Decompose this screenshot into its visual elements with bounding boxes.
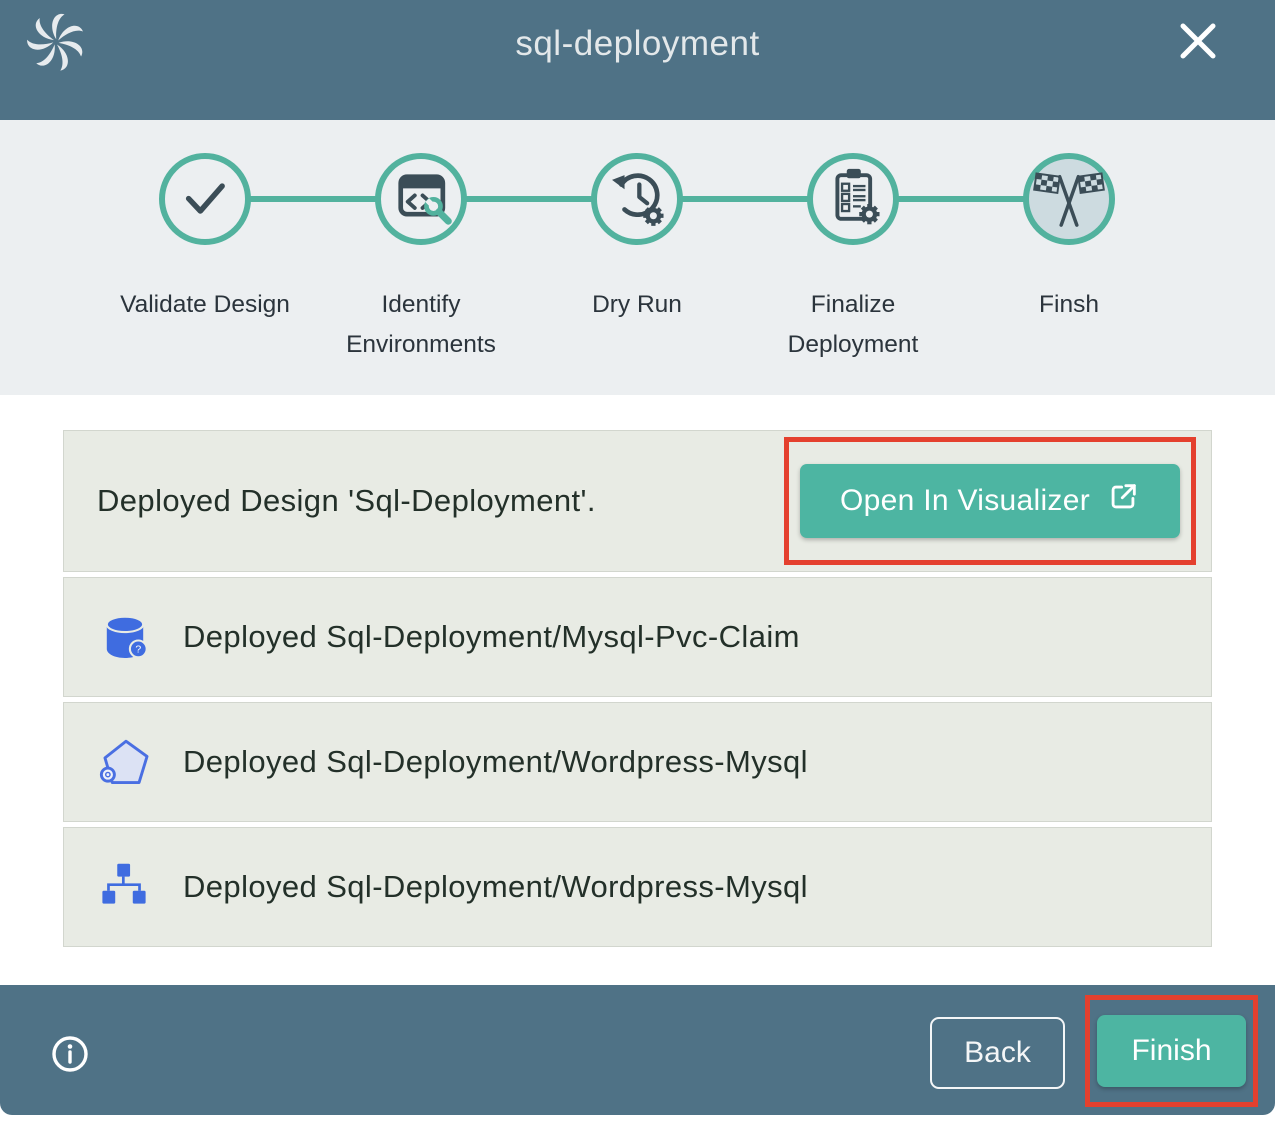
annotation-highlight-finish: Finish: [1085, 995, 1258, 1107]
database-icon: ?: [97, 609, 153, 665]
step-label: Finsh: [983, 285, 1155, 325]
clipboard-gear-icon: [814, 158, 892, 241]
step-circle: [1023, 153, 1115, 245]
check-icon: [166, 158, 244, 241]
step-circle: [591, 153, 683, 245]
stepper-step-validate-design: Validate Design: [97, 153, 313, 365]
deployment-summary-row: Deployed Design 'Sql-Deployment'. Open I…: [63, 430, 1212, 572]
modal-footer: Back Finish: [0, 985, 1275, 1115]
info-icon[interactable]: [50, 1034, 90, 1074]
stepper-step-finish: Finsh: [961, 153, 1177, 365]
annotation-highlight-open-in-visualizer: Open In Visualizer: [784, 437, 1196, 565]
wizard-stepper: Validate Design: [0, 120, 1275, 395]
close-icon[interactable]: [1173, 16, 1223, 66]
deployed-resource-row: ? Deployed Sql-Deployment/Mysql-Pvc-Clai…: [63, 577, 1212, 697]
step-circle: [807, 153, 899, 245]
deployed-resource-text: Deployed Sql-Deployment/Wordpress-Mysql: [183, 744, 808, 780]
deployment-wizard-modal: sql-deployment Vali: [0, 0, 1275, 1122]
external-link-icon: [1106, 480, 1140, 522]
history-gear-icon: [598, 158, 676, 241]
stepper-step-identify-environments: Identify Environments: [313, 153, 529, 365]
hierarchy-icon: [97, 859, 153, 915]
finish-button[interactable]: Finish: [1097, 1015, 1246, 1087]
deployed-resource-text: Deployed Sql-Deployment/Wordpress-Mysql: [183, 869, 808, 905]
open-in-visualizer-label: Open In Visualizer: [840, 484, 1090, 518]
stepper-step-finalize-deployment: Finalize Deployment: [745, 153, 961, 365]
deployed-resource-row: Deployed Sql-Deployment/Wordpress-Mysql: [63, 827, 1212, 947]
step-label: Identify Environments: [335, 285, 507, 365]
open-in-visualizer-button[interactable]: Open In Visualizer: [800, 464, 1180, 538]
deployed-resource-text: Deployed Sql-Deployment/Mysql-Pvc-Claim: [183, 619, 800, 655]
deployed-resource-row: Deployed Sql-Deployment/Wordpress-Mysql: [63, 702, 1212, 822]
step-circle: [375, 153, 467, 245]
back-button[interactable]: Back: [930, 1017, 1065, 1089]
svg-text:?: ?: [135, 643, 141, 655]
deployment-results: Deployed Design 'Sql-Deployment'. Open I…: [0, 395, 1275, 985]
step-label: Validate Design: [119, 285, 291, 325]
step-label: Dry Run: [551, 285, 723, 325]
code-window-wrench-icon: [382, 158, 460, 241]
stepper-step-dry-run: Dry Run: [529, 153, 745, 365]
deployment-summary-text: Deployed Design 'Sql-Deployment'.: [64, 483, 596, 519]
modal-header: sql-deployment: [0, 0, 1275, 120]
step-circle: [159, 153, 251, 245]
modal-title: sql-deployment: [0, 24, 1275, 64]
pentagon-component-icon: [97, 734, 153, 790]
step-label: Finalize Deployment: [767, 285, 939, 365]
checkered-flags-icon: [1030, 158, 1108, 241]
